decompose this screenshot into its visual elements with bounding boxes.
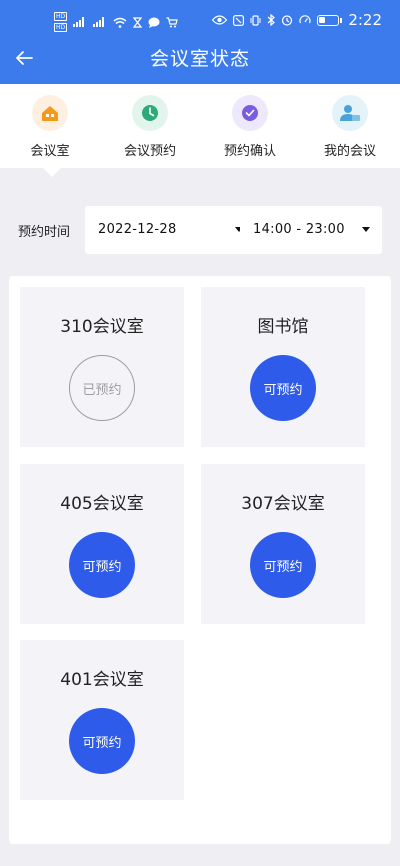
speed-icon (299, 15, 311, 24)
room-book-button[interactable]: 可预约 (69, 708, 135, 774)
eye-icon (212, 15, 228, 25)
active-tab-pointer (42, 167, 62, 177)
booking-time-label: 预约时间 (18, 225, 71, 240)
cart-icon (166, 16, 178, 27)
signal-icon-2 (93, 17, 105, 27)
hourglass-icon (133, 16, 143, 28)
signal-icon (73, 17, 85, 27)
battery-icon (317, 14, 340, 26)
room-card: 401会议室 可预约 (20, 640, 184, 800)
tab-label: 会议预约 (123, 144, 176, 159)
room-name: 401会议室 (60, 670, 144, 690)
tab-label: 会议室 (30, 144, 70, 159)
person-icon (332, 95, 368, 131)
tab-meeting-rooms[interactable]: 会议室 (0, 84, 100, 168)
wifi-icon (113, 17, 127, 28)
time-range-select[interactable]: 14:00 - 23:00 (240, 206, 382, 254)
room-card: 307会议室 可预约 (201, 464, 365, 624)
battery-tip (340, 17, 343, 23)
date-select[interactable]: 2022-12-28 (85, 206, 255, 254)
room-name: 405会议室 (60, 494, 144, 514)
room-status-button[interactable]: 已预约 (69, 355, 135, 421)
category-tabs: 会议室 会议预约 预约确认 我的会议 (0, 84, 400, 168)
status-right: 2:22 (212, 11, 382, 29)
vibrate-icon (250, 14, 261, 26)
hd-indicators: HD HD (54, 12, 68, 32)
caret-down-icon (362, 227, 370, 232)
room-card: 图书馆 可预约 (201, 287, 365, 447)
clock-time: 2:22 (348, 11, 382, 29)
bluetooth-icon (267, 14, 276, 26)
room-book-button[interactable]: 可预约 (69, 532, 135, 598)
page-title: 会议室状态 (149, 48, 250, 70)
tab-meeting-booking[interactable]: 会议预约 (100, 84, 200, 168)
app-header: HD HD 2:22 会议室状态 (0, 0, 400, 84)
tab-label: 预约确认 (223, 144, 276, 159)
alarm-icon (282, 15, 293, 26)
status-bar: HD HD 2:22 (0, 0, 400, 38)
clock-icon (132, 95, 168, 131)
hd-badge-2: HD (54, 23, 68, 32)
time-range-value: 14:00 - 23:00 (253, 222, 345, 237)
check-icon (232, 95, 268, 131)
room-card: 405会议室 可预约 (20, 464, 184, 624)
tab-label: 我的会议 (323, 144, 376, 159)
booking-time-row: 预约时间 2022-12-28 14:00 - 23:00 (0, 206, 400, 254)
room-card: 310会议室 已预约 (20, 287, 184, 447)
tab-my-meetings[interactable]: 我的会议 (300, 84, 400, 168)
hd-badge-1: HD (54, 12, 68, 21)
room-name: 310会议室 (60, 317, 144, 337)
tab-booking-confirm[interactable]: 预约确认 (200, 84, 300, 168)
room-book-button[interactable]: 可预约 (250, 355, 316, 421)
message-icon (148, 17, 160, 28)
room-book-button[interactable]: 可预约 (250, 532, 316, 598)
rooms-panel: 310会议室 已预约 图书馆 可预约 405会议室 可预约 307会议室 可预约… (9, 276, 391, 844)
house-icon (32, 95, 68, 131)
status-left: HD HD (54, 12, 178, 32)
room-name: 图书馆 (257, 317, 309, 337)
room-name: 307会议室 (241, 494, 325, 514)
nfc-icon (233, 14, 245, 26)
date-value: 2022-12-28 (98, 222, 177, 237)
